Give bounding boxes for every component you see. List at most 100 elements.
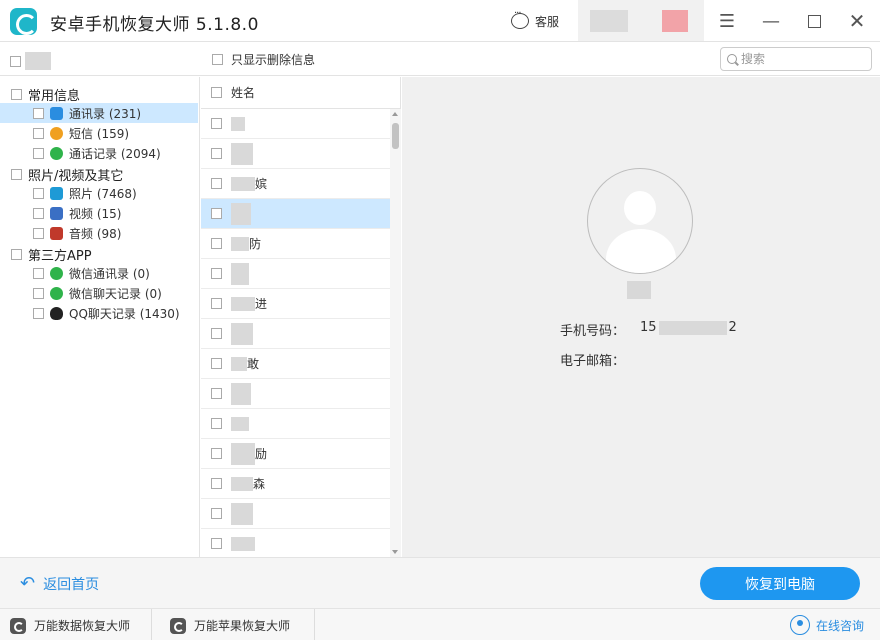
scrollbar-thumb[interactable] xyxy=(392,123,399,149)
table-row[interactable]: 励 xyxy=(201,439,390,469)
row-checkbox[interactable] xyxy=(211,478,222,489)
back-home-button[interactable]: ↶ 返回首页 xyxy=(20,574,99,594)
search-box[interactable] xyxy=(720,47,872,71)
footer-link-data-recovery[interactable]: 万能数据恢复大师 xyxy=(10,617,130,634)
contact-name-visible-part: 励 xyxy=(255,447,268,461)
back-arrow-icon: ↶ xyxy=(20,573,36,594)
table-row[interactable] xyxy=(201,139,390,169)
row-checkbox[interactable] xyxy=(211,238,222,249)
only-deleted-checkbox[interactable] xyxy=(212,54,223,65)
table-row[interactable] xyxy=(201,199,390,229)
table-row[interactable]: 敢 xyxy=(201,349,390,379)
tree-item-call-log[interactable]: 通话记录 (2094) xyxy=(0,143,198,163)
tree-item-checkbox[interactable] xyxy=(33,267,44,279)
tree-item-checkbox[interactable] xyxy=(33,127,44,139)
row-checkbox[interactable] xyxy=(211,328,222,339)
tree-item-checkbox[interactable] xyxy=(33,287,44,299)
tree-item-photos[interactable]: 照片 (7468) xyxy=(0,183,198,203)
table-row[interactable] xyxy=(201,259,390,289)
tree-item-checkbox[interactable] xyxy=(33,207,44,219)
minimize-icon: — xyxy=(762,10,780,32)
tree-item-checkbox[interactable] xyxy=(33,107,44,119)
category-common[interactable]: 常用信息 xyxy=(11,85,81,104)
minimize-button[interactable]: — xyxy=(760,10,782,32)
tree-item-videos[interactable]: 视频 (15) xyxy=(0,203,198,223)
contact-name: 励 xyxy=(231,442,268,465)
list-scrollbar[interactable] xyxy=(390,109,401,557)
table-row[interactable] xyxy=(201,409,390,439)
online-consult-label: 在线咨询 xyxy=(816,618,865,633)
contact-avatar xyxy=(587,168,693,274)
table-row[interactable] xyxy=(201,319,390,349)
contact-name xyxy=(231,322,253,345)
table-row[interactable]: 嫔 xyxy=(201,169,390,199)
row-checkbox[interactable] xyxy=(211,508,222,519)
contact-name-redacted xyxy=(627,281,651,299)
select-all-control[interactable] xyxy=(10,52,51,70)
search-input[interactable] xyxy=(741,52,861,66)
recover-to-pc-button[interactable]: 恢复到电脑 xyxy=(700,567,860,600)
column-name-header: 姓名 xyxy=(231,86,256,100)
category-checkbox[interactable] xyxy=(11,88,22,100)
tree-item-checkbox[interactable] xyxy=(33,147,44,159)
row-checkbox[interactable] xyxy=(211,388,222,399)
category-media[interactable]: 照片/视频及其它 xyxy=(11,165,123,184)
user-avatar-redacted xyxy=(662,10,688,32)
table-row[interactable] xyxy=(201,529,390,559)
table-row[interactable]: 防 xyxy=(201,229,390,259)
category-label: 常用信息 xyxy=(28,88,81,104)
online-consult-button[interactable]: 在线咨询 xyxy=(790,615,864,635)
select-all-checkbox[interactable] xyxy=(10,55,21,67)
list-select-all-checkbox[interactable] xyxy=(211,87,222,98)
contact-name-redacted xyxy=(231,296,255,311)
contact-detail-panel: 手机号码： 15 2 电子邮箱： xyxy=(402,77,880,557)
row-checkbox[interactable] xyxy=(211,268,222,279)
row-checkbox[interactable] xyxy=(211,298,222,309)
user-account-area[interactable] xyxy=(578,0,704,41)
table-row[interactable]: 进 xyxy=(201,289,390,319)
tree-item-checkbox[interactable] xyxy=(33,187,44,199)
maximize-button[interactable] xyxy=(803,10,825,32)
table-row[interactable]: 森 xyxy=(201,469,390,499)
phone-prefix: 15 xyxy=(640,320,657,335)
tree-item-sms[interactable]: 短信 (159) xyxy=(0,123,198,143)
photo-icon xyxy=(50,186,63,200)
row-checkbox[interactable] xyxy=(211,358,222,369)
scroll-down-icon[interactable] xyxy=(392,550,398,554)
user-support-icon xyxy=(790,615,810,635)
row-checkbox[interactable] xyxy=(211,208,222,219)
row-checkbox[interactable] xyxy=(211,538,222,549)
tree-item-qq-chats[interactable]: QQ聊天记录 (1430) xyxy=(0,303,198,323)
tree-item-wechat-contacts[interactable]: 微信通讯录 (0) xyxy=(0,263,198,283)
tree-item-checkbox[interactable] xyxy=(33,227,44,239)
row-checkbox[interactable] xyxy=(211,148,222,159)
only-deleted-filter[interactable]: 只显示删除信息 xyxy=(212,51,315,68)
tree-item-label: 微信通讯录 (0) xyxy=(69,266,150,281)
footer-link-apple-recovery[interactable]: 万能苹果恢复大师 xyxy=(170,617,290,634)
row-checkbox[interactable] xyxy=(211,418,222,429)
table-row[interactable] xyxy=(201,379,390,409)
scroll-up-icon[interactable] xyxy=(392,112,398,116)
tree-item-audio[interactable]: 音频 (98) xyxy=(0,223,198,243)
tree-item-checkbox[interactable] xyxy=(33,307,44,319)
contact-name-redacted xyxy=(231,262,249,285)
close-button[interactable]: ✕ xyxy=(846,9,868,33)
customer-service-button[interactable]: 客服 xyxy=(511,8,559,30)
category-third-party[interactable]: 第三方APP xyxy=(11,245,92,264)
back-home-label: 返回首页 xyxy=(43,577,100,593)
tree-item-wechat-chats[interactable]: 微信聊天记录 (0) xyxy=(0,283,198,303)
category-checkbox[interactable] xyxy=(11,168,22,180)
category-checkbox[interactable] xyxy=(11,248,22,260)
email-label: 电子邮箱： xyxy=(560,354,626,369)
table-row[interactable] xyxy=(201,109,390,139)
tree-item-contacts[interactable]: 通讯录 (231) xyxy=(0,103,198,123)
row-checkbox[interactable] xyxy=(211,448,222,459)
row-checkbox[interactable] xyxy=(211,118,222,129)
footer-divider xyxy=(151,609,152,640)
data-recovery-app-icon xyxy=(10,617,26,634)
table-row[interactable] xyxy=(201,499,390,529)
contact-name-redacted xyxy=(231,176,255,191)
row-checkbox[interactable] xyxy=(211,178,222,189)
title-bar: 安卓手机恢复大师 5.1.8.0 客服 ☰ — ✕ xyxy=(0,0,880,42)
menu-button[interactable]: ☰ xyxy=(716,10,738,32)
